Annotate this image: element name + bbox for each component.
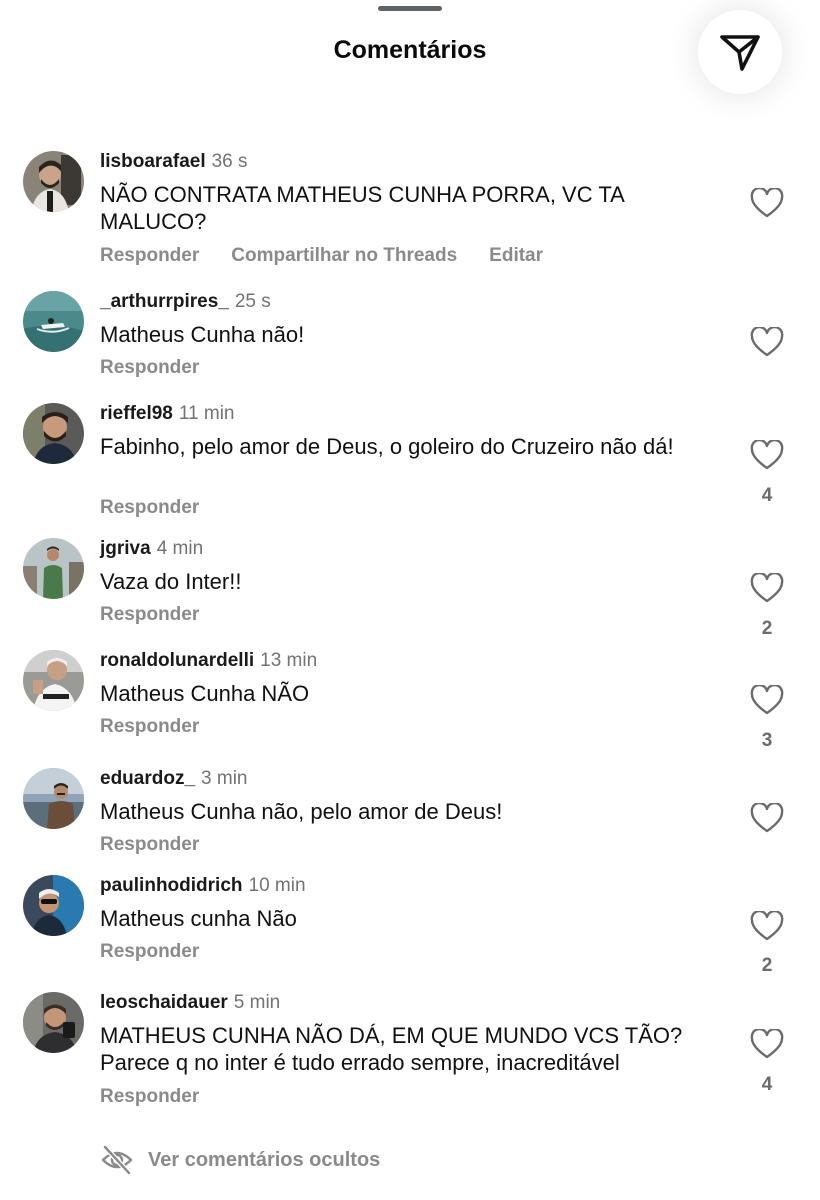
comment-time: 10 min — [248, 875, 306, 896]
comment-text: Vaza do Inter!! — [100, 569, 242, 594]
heart-icon[interactable] — [750, 573, 784, 603]
comment-header: paulinhodidrich 10 min — [100, 875, 306, 897]
avatar[interactable] — [23, 538, 84, 599]
avatar[interactable] — [23, 768, 84, 829]
hidden-comments-label: Ver comentários ocultos — [148, 1148, 381, 1171]
comment-actions: Responder — [100, 1086, 231, 1108]
comment-header: leoschaidauer 5 min — [100, 992, 280, 1014]
comment-header: eduardoz_ 3 min — [100, 768, 248, 790]
reply-button[interactable]: Responder — [100, 357, 199, 378]
reply-button[interactable]: Responder — [100, 834, 199, 855]
heart-icon[interactable] — [750, 188, 784, 218]
comment-header: jgriva 4 min — [100, 538, 203, 560]
like-count: 4 — [761, 1074, 773, 1095]
share-button[interactable] — [698, 10, 782, 94]
heart-icon[interactable] — [750, 803, 784, 833]
comment-username[interactable]: paulinhodidrich — [100, 875, 243, 896]
comment-actions: Responder — [100, 497, 231, 519]
like-count: 4 — [761, 485, 773, 506]
comment-actions: Responder — [100, 716, 231, 738]
heart-icon[interactable] — [750, 327, 784, 357]
comment-text: Matheus Cunha não! — [100, 322, 305, 347]
avatar[interactable] — [23, 650, 84, 711]
comment-actions: Responder — [100, 834, 231, 856]
comment-username[interactable]: leoschaidauer — [100, 992, 228, 1013]
like-count: 2 — [761, 955, 773, 976]
comment-time: 4 min — [156, 538, 204, 559]
comment-text: Matheus cunha Não — [100, 906, 297, 931]
comment-header: rieffel98 11 min — [100, 403, 235, 425]
avatar[interactable] — [23, 151, 84, 212]
eye-off-icon — [101, 1145, 133, 1175]
comment-header: ronaldolunardelli 13 min — [100, 650, 317, 672]
reply-button[interactable]: Responder — [100, 1086, 199, 1107]
reply-button[interactable]: Responder — [100, 245, 199, 266]
comment-text: Fabinho, pelo amor de Deus, o goleiro do… — [100, 434, 674, 459]
avatar[interactable] — [23, 291, 84, 352]
comment-text: Matheus Cunha NÃO — [100, 681, 310, 706]
comment-username[interactable]: lisboarafael — [100, 151, 206, 172]
avatar[interactable] — [23, 403, 84, 464]
heart-icon[interactable] — [750, 685, 784, 715]
comment-username[interactable]: jgriva — [100, 538, 151, 559]
reply-button[interactable]: Responder — [100, 497, 199, 518]
view-hidden-comments[interactable]: Ver comentários ocultos — [100, 1144, 380, 1176]
like-count: 2 — [761, 618, 773, 639]
comment-time: 11 min — [178, 403, 235, 424]
comment-username[interactable]: eduardoz_ — [100, 768, 195, 789]
comment-time: 5 min — [233, 992, 281, 1013]
comment-actions: Responder — [100, 604, 231, 626]
send-icon — [720, 35, 760, 71]
share-threads-button[interactable]: Compartilhar no Threads — [231, 245, 457, 266]
comment-username[interactable]: _arthurrpires_ — [100, 291, 229, 312]
comment-time: 36 s — [211, 151, 248, 172]
reply-button[interactable]: Responder — [100, 604, 199, 625]
heart-icon[interactable] — [750, 1029, 784, 1059]
comment-actions: Responder — [100, 357, 231, 379]
comment-username[interactable]: rieffel98 — [100, 403, 173, 424]
page-title: Comentários — [333, 36, 487, 64]
edit-button[interactable]: Editar — [489, 245, 543, 266]
heart-icon[interactable] — [750, 440, 784, 470]
comment-time: 25 s — [234, 291, 271, 312]
avatar[interactable] — [23, 875, 84, 936]
comment-text: MATHEUS CUNHA NÃO DÁ, EM QUE MUNDO VCS T… — [100, 1023, 683, 1075]
heart-icon[interactable] — [750, 911, 784, 941]
comment-text: Matheus Cunha não, pelo amor de Deus! — [100, 799, 503, 824]
comment-time: 3 min — [201, 768, 248, 789]
avatar[interactable] — [23, 992, 84, 1053]
reply-button[interactable]: Responder — [100, 716, 199, 737]
comment-header: lisboarafael 36 s — [100, 151, 248, 173]
comment-time: 13 min — [260, 650, 318, 671]
comment-username[interactable]: ronaldolunardelli — [100, 650, 254, 671]
comment-actions: Responder — [100, 941, 231, 963]
comment-header: _arthurrpires_ 25 s — [100, 291, 271, 313]
comment-actions: Responder Compartilhar no Threads Editar — [100, 245, 575, 267]
drag-handle[interactable] — [378, 6, 442, 11]
like-count: 3 — [761, 730, 773, 751]
comment-text: NÃO CONTRATA MATHEUS CUNHA PORRA, VC TA … — [100, 182, 624, 234]
reply-button[interactable]: Responder — [100, 941, 199, 962]
